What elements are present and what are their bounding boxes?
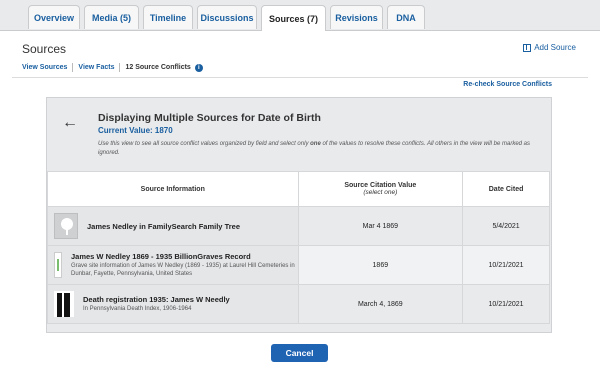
- source-info-cell: James Nedley in FamilySearch Family Tree: [47, 206, 299, 246]
- view-sources-link[interactable]: View Sources: [22, 64, 67, 71]
- recheck-conflicts-link[interactable]: Re-check Source Conflicts: [463, 81, 552, 88]
- table-header-row: Source Information Source Citation Value…: [47, 171, 550, 207]
- col-date-cited: Date Cited: [462, 171, 550, 207]
- document-icon: [54, 291, 74, 317]
- grave-icon: [54, 252, 62, 278]
- source-title[interactable]: Death registration 1935: James W Needly: [83, 295, 230, 304]
- panel-title: Displaying Multiple Sources for Date of …: [98, 112, 321, 124]
- date-cited: 5/4/2021: [462, 206, 550, 246]
- source-title[interactable]: James W Nedley 1869 - 1935 BillionGraves…: [71, 252, 298, 261]
- tab-timeline[interactable]: Timeline: [143, 5, 193, 29]
- citation-value-option[interactable]: Mar 4 1869: [297, 206, 464, 246]
- source-info-cell: James W Nedley 1869 - 1935 BillionGraves…: [47, 245, 299, 285]
- add-source-button[interactable]: Add Source: [523, 43, 576, 52]
- source-title[interactable]: James Nedley in FamilySearch Family Tree: [87, 222, 240, 231]
- tab-dna[interactable]: DNA: [387, 5, 425, 29]
- table-row: James W Nedley 1869 - 1935 BillionGraves…: [47, 245, 550, 285]
- source-info-cell: Death registration 1935: James W Needly …: [47, 284, 299, 324]
- tab-sources[interactable]: Sources (7): [261, 5, 326, 31]
- tab-overview[interactable]: Overview: [28, 5, 80, 29]
- col-source-information: Source Information: [47, 171, 299, 207]
- date-cited: 10/21/2021: [462, 284, 550, 324]
- add-source-icon: [523, 43, 532, 52]
- subnav-divider: [119, 63, 121, 72]
- header-divider: [12, 77, 588, 78]
- tab-media[interactable]: Media (5): [84, 5, 139, 29]
- source-conflicts-count: 12 Source Conflicts: [125, 64, 191, 71]
- citation-value-option[interactable]: March 4, 1869: [297, 284, 464, 324]
- source-description: Grave site information of James W Nedley…: [71, 263, 295, 277]
- tab-discussions[interactable]: Discussions: [197, 5, 257, 29]
- date-cited: 10/21/2021: [462, 245, 550, 285]
- info-icon[interactable]: i: [194, 63, 203, 72]
- source-description: In Pennsylvania Death Index, 1906-1964: [83, 306, 192, 312]
- cancel-button[interactable]: Cancel: [271, 344, 328, 362]
- add-source-label: Add Source: [534, 43, 576, 52]
- tab-revisions[interactable]: Revisions: [330, 5, 383, 29]
- citation-value-option[interactable]: 1869: [297, 245, 464, 285]
- view-facts-link[interactable]: View Facts: [78, 64, 114, 71]
- instructions-text: Use this view to see all source conflict…: [98, 141, 530, 156]
- subnav-divider: [72, 63, 74, 72]
- tab-bar: Overview Media (5) Timeline Discussions …: [0, 0, 600, 31]
- table-row: Death registration 1935: James W Needly …: [47, 284, 550, 324]
- col-source-citation-value: Source Citation Value (select one): [297, 171, 464, 207]
- page-title: Sources: [22, 42, 67, 56]
- back-arrow-icon[interactable]: ←: [62, 114, 78, 132]
- table-row: James Nedley in FamilySearch Family Tree…: [47, 206, 550, 246]
- sources-table: Source Information Source Citation Value…: [47, 171, 550, 324]
- current-value: Current Value: 1870: [98, 126, 173, 135]
- sources-subnav: View Sources View Facts 12 Source Confli…: [22, 63, 203, 72]
- tree-icon: [54, 213, 78, 239]
